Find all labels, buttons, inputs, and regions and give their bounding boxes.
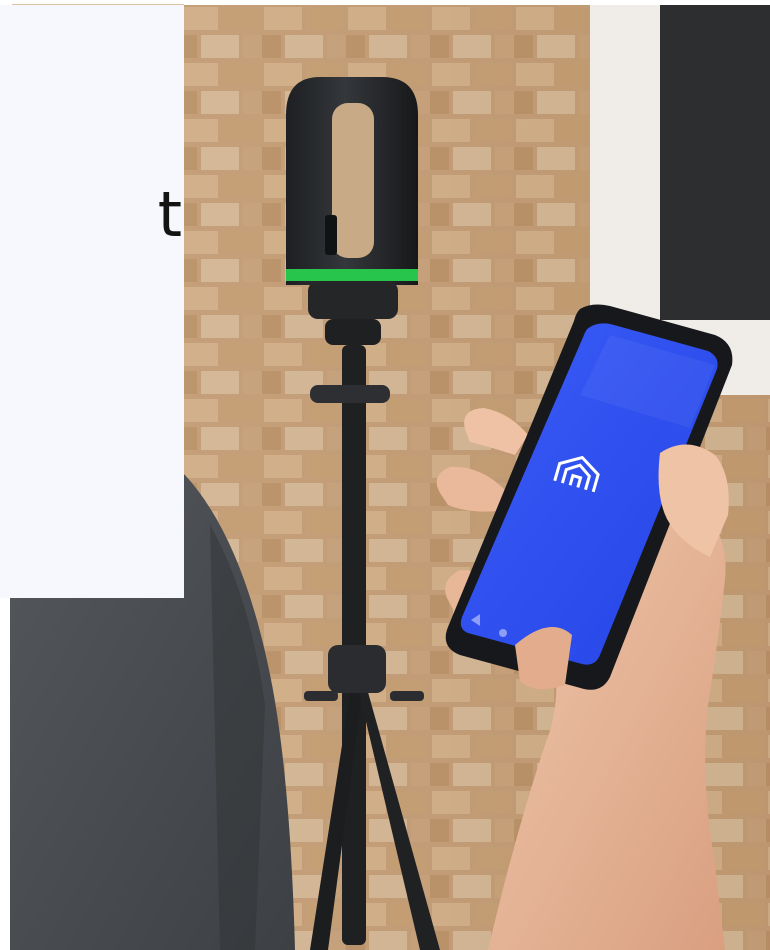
home-icon — [499, 629, 507, 637]
page: t — [0, 0, 770, 950]
text-card: t — [0, 5, 184, 598]
hero-heading: t — [157, 178, 182, 251]
